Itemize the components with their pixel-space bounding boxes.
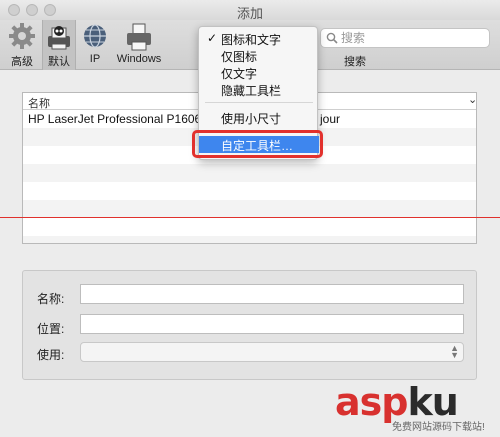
menu-item-label: 仅图标 [221, 50, 258, 64]
toolbar-label: Windows [116, 53, 162, 65]
table-row [23, 164, 476, 182]
location-field[interactable] [80, 314, 464, 334]
search-field[interactable] [320, 28, 490, 48]
menu-item-use-small-size[interactable]: 使用小尺寸 [199, 109, 319, 126]
title-bar: 添加 [0, 0, 500, 21]
menu-item-hide-toolbar[interactable]: 隐藏工具栏 [199, 81, 319, 98]
menu-item-label: 使用小尺寸 [221, 112, 282, 126]
use-label: 使用: [37, 348, 65, 362]
column-header-name[interactable]: 名称 [28, 95, 50, 111]
name-label: 名称: [37, 292, 65, 306]
table-row [23, 182, 476, 200]
chevron-down-icon[interactable]: ⌄ [468, 93, 476, 106]
toolbar-item-ip[interactable]: IP [80, 20, 110, 70]
menu-item-text-only[interactable]: 仅文字 [199, 64, 319, 81]
globe-icon [84, 24, 106, 48]
checkmark-icon: ✓ [207, 31, 218, 45]
location-label: 位置: [37, 322, 65, 336]
printer-details-form: 名称: 位置: 使用: ▲ ▼ [22, 270, 477, 380]
toolbar-label: IP [89, 53, 101, 65]
printer-icon [127, 23, 151, 51]
search-icon [326, 32, 338, 44]
table-row [23, 200, 476, 218]
menu-item-label: 图标和文字 [221, 33, 282, 47]
gear-icon [9, 23, 35, 49]
printer-name: HP LaserJet Professional P1606dn [28, 112, 215, 126]
toolbar-item-windows[interactable]: Windows [113, 20, 165, 70]
printer-kind: jour [320, 112, 341, 126]
search-label: 搜索 [344, 56, 366, 68]
menu-separator [205, 102, 313, 103]
menu-item-label: 隐藏工具栏 [221, 84, 282, 98]
annotation-highlight-box [192, 130, 323, 158]
table-row [23, 218, 476, 236]
name-field[interactable] [80, 284, 464, 304]
menu-item-icon-only[interactable]: 仅图标 [199, 47, 319, 64]
toolbar-label: 默认 [48, 56, 70, 68]
use-select[interactable]: ▲ ▼ [80, 342, 464, 362]
updown-arrows-icon: ▲ ▼ [450, 343, 459, 360]
menu-item-icon-and-text[interactable]: ✓ 图标和文字 [199, 30, 319, 47]
annotation-line [0, 217, 500, 218]
search-input[interactable] [341, 30, 481, 46]
table-row [23, 236, 476, 243]
toolbar-item-advanced[interactable]: 高级 [5, 20, 39, 70]
watermark-subtitle: 免费网站源码下载站! [392, 422, 485, 433]
default-printer-icon [48, 26, 70, 50]
toolbar-item-default[interactable]: 默认 [42, 20, 76, 70]
toolbar-label: 高级 [11, 56, 33, 68]
menu-item-label: 仅文字 [221, 67, 258, 81]
